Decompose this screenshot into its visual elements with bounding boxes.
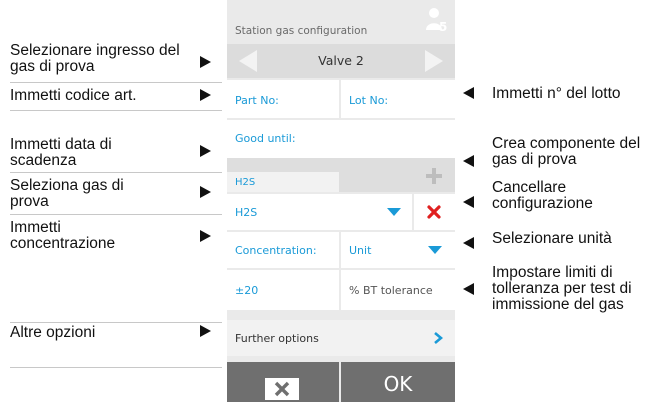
concentration-field[interactable]: Concentration:	[227, 232, 339, 268]
user-badge: 5	[439, 20, 448, 34]
arrow-left-icon	[463, 196, 474, 208]
arrow-right-icon	[200, 56, 211, 68]
arrow-left-icon	[463, 155, 474, 167]
user-icon: 5	[424, 6, 452, 36]
arrow-right-icon	[200, 89, 211, 101]
annotation-set-limits: Impostare limiti di tolleranza per test …	[492, 264, 632, 313]
part-no-field[interactable]: Part No:	[227, 80, 339, 118]
device-screen: Station gas configuration 5 Valve 2 Part…	[227, 0, 455, 402]
unit-select[interactable]: Unit	[341, 232, 455, 268]
tolerance-unit: % BT tolerance	[341, 270, 455, 310]
annotation-enter-expiry: Immetti data di scadenza	[10, 136, 112, 169]
arrow-left-icon	[463, 87, 474, 99]
prev-valve-button[interactable]	[227, 44, 267, 78]
ok-label: OK	[383, 372, 413, 396]
lot-no-placeholder: Lot No:	[349, 94, 389, 107]
annotation-enter-concentration: Immetti concentrazione	[10, 219, 116, 252]
annotation-create-component: Crea componente del gas di prova	[492, 135, 641, 168]
close-x-icon	[265, 378, 299, 400]
delete-config-button[interactable]	[414, 194, 455, 230]
arrow-left-icon	[239, 50, 257, 72]
arrow-right-icon	[200, 186, 211, 198]
concentration-label: Concentration:	[235, 244, 317, 257]
ok-button[interactable]: OK	[341, 362, 455, 402]
chevron-right-icon	[434, 332, 443, 344]
annotation-enter-part-no: Immetti codice art.	[10, 87, 137, 104]
divider	[10, 82, 222, 83]
good-until-placeholder: Good until:	[235, 132, 296, 145]
annotation-select-inlet: Selezionare ingresso del gas di prova	[10, 42, 180, 75]
divider	[10, 172, 222, 173]
lot-no-field[interactable]: Lot No:	[341, 80, 455, 118]
tolerance-input[interactable]: ±20	[227, 270, 339, 310]
tolerance-value: ±20	[235, 284, 259, 297]
dropdown-arrow-icon	[387, 208, 401, 216]
annotation-select-unit: Selezionare unità	[492, 230, 612, 247]
arrow-right-icon	[425, 50, 443, 72]
gas-select[interactable]: H2S	[227, 194, 412, 230]
next-valve-button[interactable]	[415, 44, 455, 78]
divider	[10, 110, 222, 111]
annotation-delete-config: Cancellare configurazione	[492, 179, 593, 212]
further-options-button[interactable]: Further options	[227, 320, 455, 356]
divider	[10, 367, 222, 368]
annotation-enter-lot: Immetti n° del lotto	[492, 85, 621, 102]
plus-icon	[426, 168, 442, 184]
delete-x-icon	[427, 205, 441, 219]
tolerance-label: % BT tolerance	[349, 284, 433, 297]
arrow-left-icon	[463, 237, 474, 249]
add-component-button[interactable]	[417, 162, 451, 190]
arrow-right-icon	[200, 230, 211, 242]
part-no-placeholder: Part No:	[235, 94, 279, 107]
unit-select-value: Unit	[349, 244, 372, 257]
screen-title: Station gas configuration	[235, 25, 368, 37]
annotation-more-options: Altre opzioni	[10, 324, 96, 341]
good-until-field[interactable]: Good until:	[227, 120, 455, 158]
arrow-right-icon	[200, 145, 211, 157]
valve-value[interactable]: Valve 2	[267, 53, 415, 68]
divider	[10, 214, 222, 215]
further-options-label: Further options	[235, 332, 319, 345]
arrow-right-icon	[200, 325, 211, 337]
tab-gas-h2s[interactable]: H2S	[227, 172, 339, 192]
annotation-select-gas: Seleziona gas di prova	[10, 177, 124, 210]
divider	[10, 322, 222, 323]
dropdown-arrow-icon	[428, 246, 442, 254]
tab-gas-label: H2S	[235, 177, 256, 188]
cancel-button[interactable]	[227, 362, 339, 402]
gas-select-value: H2S	[235, 206, 258, 219]
arrow-left-icon	[463, 283, 474, 295]
